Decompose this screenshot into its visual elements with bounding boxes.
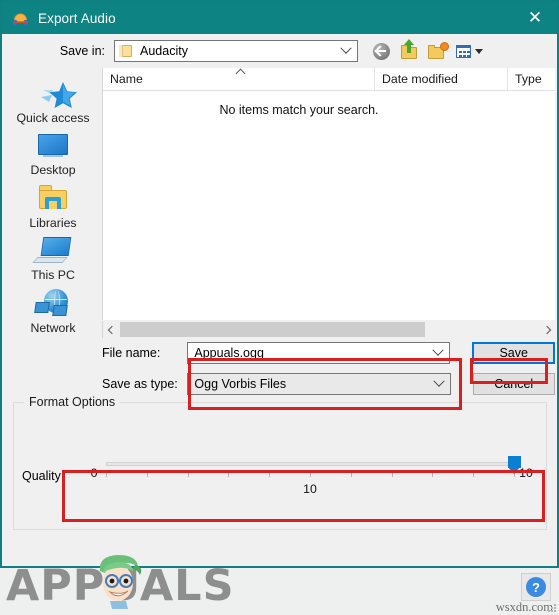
- file-list-header: Name Date modified Type: [103, 68, 555, 91]
- save-as-type-value: Ogg Vorbis Files: [194, 376, 287, 391]
- file-name-label: File name:: [102, 345, 161, 360]
- file-list[interactable]: Name Date modified Type No items match y…: [102, 68, 555, 320]
- quality-slider[interactable]: 10: [106, 456, 521, 500]
- monitor-icon: [33, 130, 73, 162]
- quality-row: Quality: 0 10 10: [22, 456, 536, 504]
- horizontal-scrollbar[interactable]: [102, 321, 555, 338]
- quality-current-value: 10: [303, 482, 317, 496]
- column-header-type[interactable]: Type: [508, 68, 555, 90]
- chevron-down-icon[interactable]: [427, 343, 449, 363]
- export-audio-dialog: Export Audio ✕ Save in: Audacity Quick a…: [0, 0, 559, 568]
- chevron-down-icon[interactable]: [428, 374, 450, 394]
- back-icon[interactable]: [372, 42, 392, 61]
- network-globe-icon: [33, 288, 73, 320]
- save-in-label: Save in:: [59, 44, 105, 58]
- folder-icon: [119, 44, 134, 58]
- scroll-right-icon[interactable]: [538, 321, 555, 338]
- views-icon[interactable]: [456, 42, 484, 61]
- place-label: Libraries: [29, 215, 77, 230]
- save-in-value: Audacity: [140, 44, 188, 58]
- place-label: Quick access: [16, 111, 90, 125]
- empty-list-message: No items match your search.: [219, 103, 379, 117]
- file-dialog-toolbar: [372, 38, 484, 61]
- question-mark-icon: ?: [526, 577, 546, 597]
- up-one-level-icon[interactable]: [400, 38, 420, 61]
- slider-track[interactable]: [106, 462, 514, 466]
- place-desktop[interactable]: Desktop: [5, 130, 101, 182]
- file-type-row: Save as type: Ogg Vorbis Files Cancel: [4, 371, 555, 396]
- appuals-mascot-icon: [88, 551, 150, 609]
- scrollbar-track[interactable]: [120, 321, 538, 338]
- place-label: This PC: [31, 268, 75, 283]
- folder-library-icon: [33, 183, 73, 215]
- column-header-date-modified[interactable]: Date modified: [375, 68, 508, 90]
- star-icon: [39, 80, 79, 112]
- sort-ascending-icon: [236, 67, 247, 74]
- close-button[interactable]: ✕: [513, 2, 557, 34]
- computer-icon: [32, 235, 73, 267]
- place-label: Network: [30, 320, 76, 335]
- slider-thumb[interactable]: [507, 456, 521, 475]
- chevron-down-icon: [335, 41, 357, 61]
- place-libraries[interactable]: Libraries: [5, 183, 101, 235]
- title-bar: Export Audio ✕: [2, 2, 557, 34]
- audacity-headphones-icon: [12, 10, 29, 27]
- place-this-pc[interactable]: This PC: [5, 235, 101, 287]
- file-name-input[interactable]: Appuals.ogg: [187, 341, 451, 364]
- quality-label: Quality:: [22, 469, 65, 483]
- place-network[interactable]: Network: [5, 288, 101, 340]
- watermark-strip: APPUALS ? wsxdn.com: [0, 555, 559, 615]
- help-button[interactable]: ?: [521, 573, 551, 601]
- file-form: File name: Appuals.ogg Save Save as type…: [4, 340, 555, 396]
- place-quick-access[interactable]: Quick access: [5, 78, 101, 130]
- format-options-group: Format Options Quality: 0 10 10: [13, 395, 547, 530]
- place-label: Desktop: [30, 163, 76, 178]
- slider-ticks: [106, 472, 515, 478]
- save-as-type-label: Save as type:: [102, 376, 178, 391]
- scrollbar-thumb[interactable]: [120, 322, 426, 337]
- places-bar: Quick access Desktop Libraries This PC N…: [4, 68, 102, 340]
- resize-grip-icon[interactable]: [548, 604, 557, 613]
- save-in-dropdown[interactable]: Audacity: [114, 40, 358, 62]
- create-new-folder-icon[interactable]: [428, 42, 448, 61]
- save-in-row: Save in: Audacity: [2, 34, 557, 68]
- site-watermark: wsxdn.com: [495, 600, 553, 614]
- file-name-row: File name: Appuals.ogg Save: [4, 340, 555, 365]
- format-options-legend: Format Options: [24, 395, 121, 409]
- file-name-value: Appuals.ogg: [194, 345, 264, 360]
- scroll-left-icon[interactable]: [103, 321, 120, 338]
- quality-min-value: 0: [90, 466, 98, 480]
- cancel-button[interactable]: Cancel: [472, 372, 555, 395]
- save-as-type-dropdown[interactable]: Ogg Vorbis Files: [187, 372, 451, 395]
- save-button[interactable]: Save: [472, 341, 555, 364]
- screenshot-root: Export Audio ✕ Save in: Audacity Quick a…: [0, 0, 559, 615]
- window-title: Export Audio: [38, 10, 116, 26]
